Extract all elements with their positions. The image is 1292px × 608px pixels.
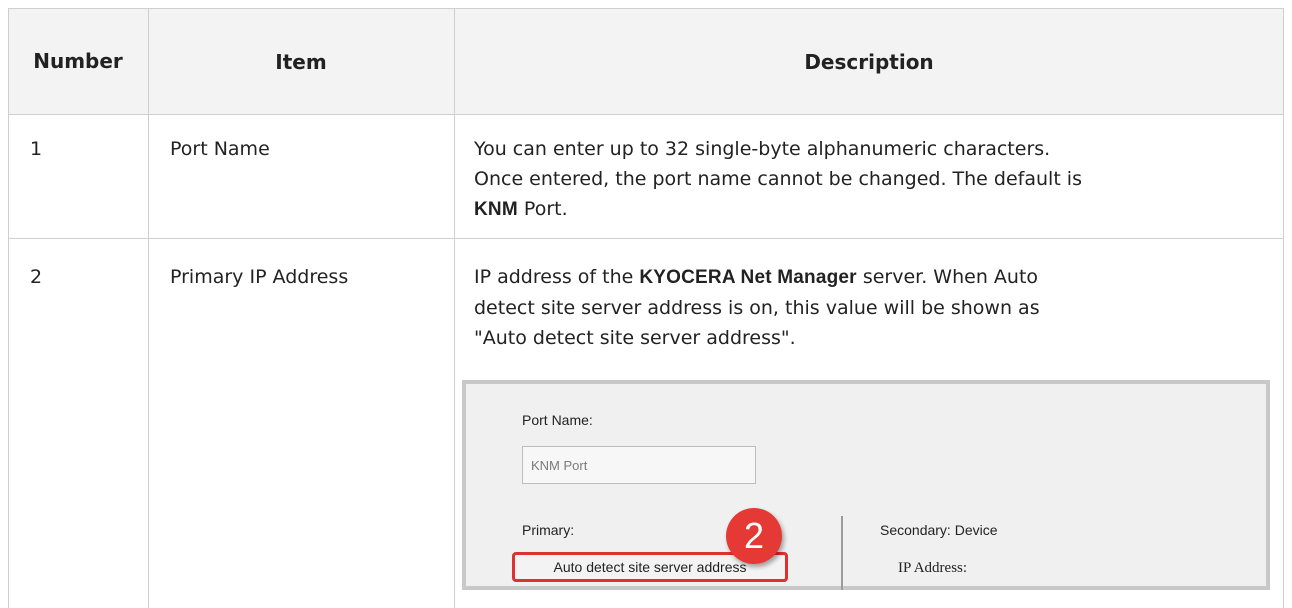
row-2-number: 2 [30, 266, 43, 288]
table-border-left [8, 8, 9, 608]
table-border-right [1283, 8, 1284, 608]
row-2-description: IP address of the KYOCERA Net Manager se… [474, 266, 1040, 349]
column-divider [148, 8, 149, 608]
secondary-label: Secondary: Device [880, 522, 998, 538]
column-separator [841, 516, 843, 590]
row-1-number: 1 [30, 138, 43, 160]
row-2-item: Primary IP Address [170, 266, 349, 288]
default-port-bold: KNM [474, 199, 518, 220]
callout-number-badge: 2 [726, 508, 782, 564]
header-item: Item [275, 49, 327, 74]
product-name-bold: KYOCERA Net Manager [639, 267, 857, 288]
port-settings-screenshot: Port Name: KNM Port Primary: Auto detect… [462, 380, 1270, 590]
header-description: Description [804, 49, 934, 74]
port-name-label: Port Name: [522, 412, 593, 428]
row-1-description: You can enter up to 32 single-byte alpha… [474, 138, 1082, 220]
primary-label: Primary: [522, 522, 575, 538]
row-divider [8, 238, 1284, 239]
row-1-item: Port Name [170, 138, 270, 160]
ip-address-label: IP Address: [898, 560, 968, 576]
header-number: Number [33, 49, 123, 73]
port-name-field: KNM Port [522, 446, 756, 484]
column-divider [454, 8, 455, 608]
